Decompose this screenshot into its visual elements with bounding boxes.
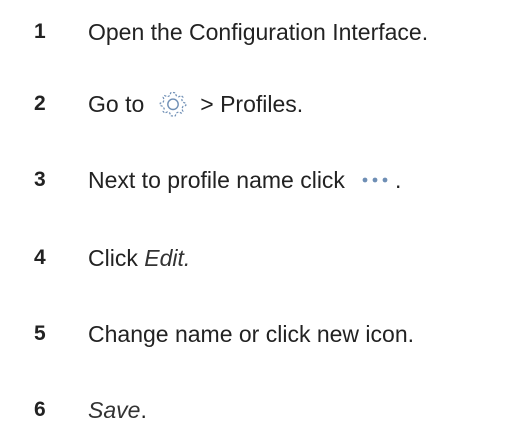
step-number: 3	[34, 168, 46, 191]
gear-icon	[154, 89, 192, 119]
step-4: 4 Click Edit.	[0, 238, 524, 278]
step-text-main: Change name or click new icon.	[88, 320, 414, 347]
step-number: 4	[34, 246, 46, 269]
step-5: 5 Change name or click new icon.	[0, 314, 524, 354]
step-text-italic: Save	[88, 396, 141, 423]
step-text-before: Go to	[88, 90, 145, 117]
step-text: Save.	[88, 397, 147, 424]
step-text-before: Next to profile name click	[88, 166, 345, 193]
step-text: Open the Configuration Interface.	[88, 19, 428, 46]
step-number: 6	[34, 398, 46, 421]
step-text-after: .	[140, 396, 147, 423]
step-6: 6 Save.	[0, 390, 524, 430]
step-text-main: Open the Configuration Interface.	[88, 18, 429, 45]
step-1: 1 Open the Configuration Interface.	[0, 12, 524, 52]
step-number: 1	[34, 20, 46, 43]
step-text-after: .	[394, 166, 402, 193]
step-text: Go to > Profiles.	[88, 89, 303, 119]
step-text-after: > Profiles.	[200, 90, 304, 117]
instruction-steps: 1 Open the Configuration Interface. 2 Go…	[0, 0, 524, 448]
step-number: 2	[34, 92, 46, 115]
step-number: 5	[34, 322, 46, 345]
step-text: Change name or click new icon.	[88, 321, 414, 348]
more-dots-icon	[357, 170, 393, 190]
step-text-italic: Edit.	[144, 244, 191, 271]
step-text: Click Edit.	[88, 245, 190, 272]
step-text-before: Click	[88, 244, 138, 271]
step-2: 2 Go to > Profiles.	[0, 84, 524, 124]
step-text: Next to profile name click .	[88, 167, 401, 194]
step-3: 3 Next to profile name click .	[0, 160, 524, 200]
